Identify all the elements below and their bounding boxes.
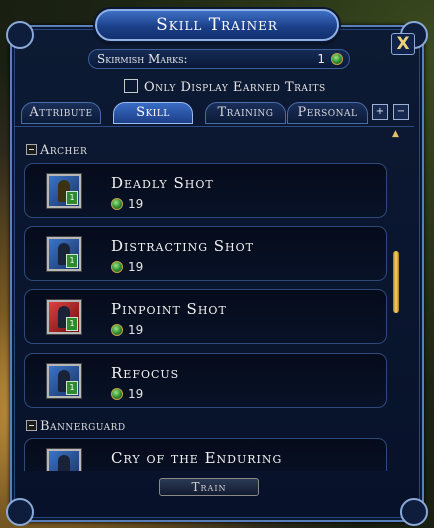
earned-traits-filter[interactable]: Only Display Earned Traits — [124, 79, 326, 95]
skirmish-marks-bar: Skirmish Marks: 1 — [88, 49, 350, 69]
skill-cost: 19 — [111, 260, 143, 274]
skill-row-deadly-shot[interactable]: 1 Deadly Shot 19 — [24, 163, 387, 218]
list-scrollbar[interactable]: ▲ — [392, 129, 402, 461]
window-title[interactable]: Skill Trainer — [95, 9, 339, 41]
collapse-toggle-icon[interactable] — [26, 144, 37, 155]
skill-row-distracting-shot[interactable]: 1 Distracting Shot 19 — [24, 226, 387, 281]
skirmish-mark-icon — [111, 198, 123, 210]
group-name: Archer — [40, 143, 88, 158]
rank-badge: 1 — [66, 317, 78, 331]
scroll-thumb[interactable] — [393, 251, 399, 313]
collapse-toggle-icon[interactable] — [26, 420, 37, 431]
deadly-shot-icon: 1 — [47, 174, 81, 208]
pinpoint-shot-icon: 1 — [47, 300, 81, 334]
skirmish-marks-value: 1 — [317, 52, 325, 66]
close-button[interactable]: X — [391, 33, 415, 55]
cry-of-the-enduring-icon — [47, 449, 81, 471]
skirmish-mark-icon — [331, 53, 343, 65]
skirmish-mark-icon — [111, 324, 123, 336]
skill-figure — [58, 455, 70, 471]
skill-name: Cry of the Enduring — [111, 449, 283, 467]
tab-training[interactable]: Training — [205, 102, 286, 124]
skill-row-refocus[interactable]: 1 Refocus 19 — [24, 353, 387, 408]
group-name: Bannerguard — [40, 419, 126, 434]
refocus-icon: 1 — [47, 364, 81, 398]
group-header-archer[interactable]: Archer — [26, 143, 87, 158]
skill-cost: 19 — [111, 197, 143, 211]
skill-row-cry-of-the-enduring[interactable]: Cry of the Enduring — [24, 438, 387, 471]
expand-all-icon[interactable]: + — [372, 104, 388, 120]
tab-attribute[interactable]: Attribute — [21, 102, 101, 124]
corner-ornament-icon — [6, 498, 34, 526]
skirmish-marks-label: Skirmish Marks: — [97, 52, 188, 66]
skill-cost-value: 19 — [128, 197, 144, 211]
distracting-shot-icon: 1 — [47, 237, 81, 271]
earned-traits-checkbox[interactable] — [124, 79, 138, 93]
rank-badge: 1 — [66, 191, 78, 205]
skill-cost: 19 — [111, 323, 143, 337]
earned-traits-label: Only Display Earned Traits — [144, 80, 326, 95]
corner-ornament-icon — [6, 21, 34, 49]
skill-cost: 19 — [111, 387, 143, 401]
skill-name: Deadly Shot — [111, 174, 214, 192]
skill-list[interactable]: Archer 1 Deadly Shot 19 1 Distracting Sh… — [14, 126, 414, 471]
rank-badge: 1 — [66, 381, 78, 395]
tab-skill[interactable]: Skill — [113, 102, 193, 124]
skirmish-mark-icon — [111, 388, 123, 400]
skirmish-mark-icon — [111, 261, 123, 273]
skill-name: Pinpoint Shot — [111, 300, 227, 318]
skill-row-pinpoint-shot[interactable]: 1 Pinpoint Shot 19 — [24, 289, 387, 344]
skill-name: Refocus — [111, 364, 180, 382]
game-scene: Skill Trainer X Skirmish Marks: 1 Only D… — [0, 0, 434, 528]
rank-badge: 1 — [66, 254, 78, 268]
tab-personal[interactable]: Personal — [287, 102, 368, 124]
skill-cost-value: 19 — [128, 323, 144, 337]
train-button[interactable]: Train — [159, 478, 259, 496]
corner-ornament-icon — [400, 498, 428, 526]
group-header-bannerguard[interactable]: Bannerguard — [26, 419, 126, 434]
skill-cost-value: 19 — [128, 260, 144, 274]
skill-name: Distracting Shot — [111, 237, 254, 255]
collapse-all-icon[interactable]: − — [393, 104, 409, 120]
skill-cost-value: 19 — [128, 387, 144, 401]
scroll-up-icon[interactable]: ▲ — [392, 129, 399, 139]
